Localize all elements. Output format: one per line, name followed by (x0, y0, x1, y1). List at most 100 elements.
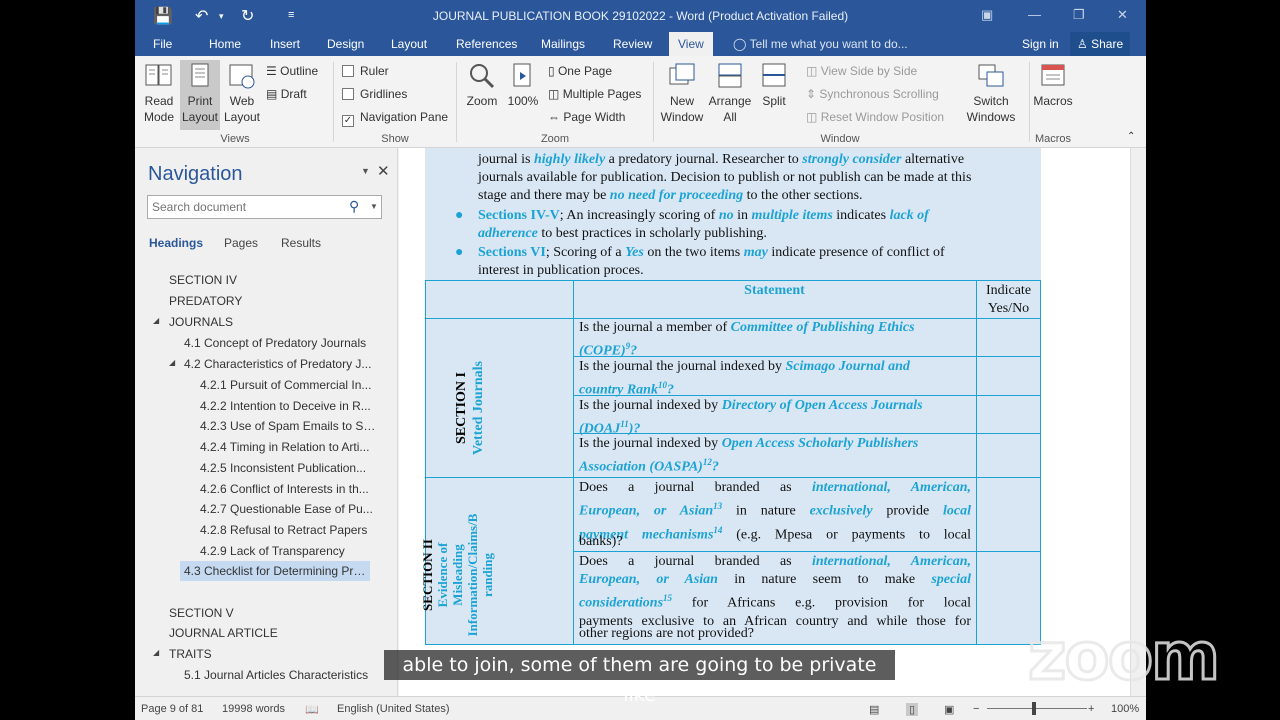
text-line: Sections IV-V; An increasingly scoring o… (478, 207, 929, 225)
heading-item[interactable]: TRAITS (169, 644, 389, 664)
heading-item[interactable]: JOURNAL ARTICLE (169, 623, 389, 643)
heading-item[interactable]: PREDATORY (169, 291, 389, 311)
footnote-ref: 10 (657, 380, 667, 390)
ribbon-display-icon[interactable]: ▣ (981, 7, 993, 23)
heading-item-selected[interactable]: 4.3 Checklist for Determining Pre... (180, 561, 370, 581)
tab-mailings[interactable]: Mailings (541, 37, 585, 51)
reset-window-position-button[interactable]: ◫ Reset Window Position (806, 110, 944, 124)
tell-me-box[interactable]: ◯ Tell me what you want to do... (733, 37, 908, 51)
proofing-icon[interactable]: 📖 (305, 703, 319, 716)
tab-home[interactable]: Home (209, 37, 241, 51)
heading-item[interactable]: 4.2.6 Conflict of Interests in th... (200, 479, 380, 499)
heading-item[interactable]: 4.2.8 Refusal to Retract Papers (200, 520, 380, 540)
web-layout-view-icon[interactable]: ▣ (944, 703, 954, 716)
document-page[interactable]: journal is highly likely a predatory jou… (399, 148, 1130, 696)
gridlines-label: Gridlines (360, 87, 408, 101)
new-window-button[interactable]: New Window (657, 62, 707, 125)
document-area[interactable]: journal is highly likely a predatory jou… (399, 148, 1130, 696)
print-layout-button[interactable]: Print Layout (180, 60, 220, 130)
macros-button[interactable]: Macros (1032, 62, 1074, 109)
search-document-input[interactable] (152, 197, 342, 217)
page-width-button[interactable]: ⇔ Page Width (548, 110, 625, 124)
collapse-triangle-icon[interactable]: ◢ (153, 648, 159, 657)
tab-review[interactable]: Review (613, 37, 652, 51)
tab-view[interactable]: View (669, 32, 713, 56)
heading-item[interactable]: SECTION V (169, 603, 389, 623)
web-layout-button[interactable]: Web Layout (223, 62, 261, 125)
heading-item[interactable]: 4.2.3 Use of Spam Emails to So... (200, 416, 380, 436)
gridlines-checkbox[interactable]: Gridlines (342, 87, 407, 101)
text-run-highlight: adherence (478, 226, 538, 241)
reset-position-icon: ◫ (806, 110, 818, 124)
zoom-slider-track[interactable] (987, 708, 1087, 709)
tab-references[interactable]: References (456, 37, 517, 51)
word-count[interactable]: 19998 words (222, 703, 285, 715)
collapse-triangle-icon[interactable]: ◢ (169, 358, 175, 367)
one-page-button[interactable]: ▯ One Page (548, 64, 612, 78)
split-button[interactable]: Split (757, 62, 791, 109)
zoom-button[interactable]: Zoom (462, 62, 502, 109)
heading-item[interactable]: 4.2.4 Timing in Relation to Arti... (200, 437, 380, 457)
share-label: Share (1091, 37, 1124, 51)
navigation-pane-checkbox[interactable]: ✓ Navigation Pane (342, 110, 448, 127)
restore-icon[interactable]: ❐ (1073, 7, 1085, 23)
search-icon[interactable]: ⚲ (349, 198, 359, 215)
read-mode-button[interactable]: Read Mode (141, 62, 177, 125)
close-pane-icon[interactable]: ✕ (377, 162, 390, 180)
close-icon[interactable]: ✕ (1117, 7, 1128, 23)
pane-options-icon[interactable]: ▼ (361, 166, 370, 176)
minimize-icon[interactable]: — (1028, 7, 1041, 22)
print-layout-view-icon[interactable]: ▯ (906, 703, 919, 716)
text-run: a predatory journal. Researcher to (605, 152, 803, 167)
multiple-pages-label: Multiple Pages (562, 87, 642, 101)
outline-button[interactable]: ☰ Outline (266, 64, 318, 78)
text-run: indicates (832, 208, 890, 223)
heading-item[interactable]: 4.2.1 Pursuit of Commercial In... (200, 375, 380, 395)
draft-button[interactable]: ▤ Draft (266, 87, 307, 101)
synchronous-scrolling-button[interactable]: ⇕ Synchronous Scrolling (806, 87, 939, 101)
section1-subtitle: Vetted Journals (471, 361, 486, 455)
heading-item[interactable]: 4.2.7 Questionable Ease of Pu... (200, 499, 380, 519)
heading-item[interactable]: JOURNALS (169, 312, 389, 332)
heading-item[interactable]: SECTION IV (169, 270, 389, 290)
zoom-out-icon[interactable]: − (973, 703, 979, 715)
tab-layout[interactable]: Layout (391, 37, 427, 51)
language-indicator[interactable]: English (United States) (337, 703, 450, 715)
tab-insert[interactable]: Insert (270, 37, 300, 51)
ruler-checkbox[interactable]: Ruler (342, 64, 389, 78)
heading-item[interactable]: 4.2.9 Lack of Transparency (200, 541, 380, 561)
tab-file[interactable]: File (153, 37, 172, 51)
heading-item[interactable]: 5.1 Journal Articles Characteristics (184, 665, 384, 685)
zoom-slider-thumb[interactable] (1032, 702, 1036, 715)
collapse-ribbon-icon[interactable]: ⌃ (1127, 131, 1135, 142)
text-line: interest in publication proces. (478, 263, 644, 278)
heading-item[interactable]: 4.2 Characteristics of Predatory J... (184, 354, 374, 374)
text-run: on the two items (643, 245, 744, 260)
search-options-icon[interactable]: ▼ (370, 202, 378, 211)
switch-windows-button[interactable]: Switch Windows (959, 62, 1023, 125)
arrange-all-button[interactable]: Arrange All (708, 62, 752, 125)
heading-item[interactable]: 4.2.5 Inconsistent Publication... (200, 458, 380, 478)
multiple-pages-button[interactable]: ◫ Multiple Pages (548, 87, 641, 101)
read-mode-view-icon[interactable]: ▤ (869, 703, 879, 716)
tab-design[interactable]: Design (327, 37, 364, 51)
page-count[interactable]: Page 9 of 81 (141, 703, 203, 715)
section2-subtitle: Evidence of (435, 542, 450, 608)
ruler-label: Ruler (360, 64, 389, 78)
zoom-in-icon[interactable]: + (1088, 703, 1094, 715)
share-button[interactable]: ♙ Share (1070, 32, 1131, 56)
collapse-triangle-icon[interactable]: ◢ (153, 316, 159, 325)
vertical-scrollbar[interactable] (1130, 148, 1146, 696)
web-layout-icon (229, 64, 255, 89)
print-layout-icon (191, 63, 209, 87)
search-document-box: ⚲ ▼ (147, 195, 382, 219)
zoom-100-button[interactable]: 100% (505, 62, 541, 109)
text-run-highlight: no (718, 208, 734, 223)
view-side-by-side-button[interactable]: ◫ View Side by Side (806, 64, 917, 78)
heading-item[interactable]: 4.1 Concept of Predatory Journals (184, 333, 374, 353)
text-run-highlight: Scimago Journal and (785, 359, 910, 374)
sign-in-link[interactable]: Sign in (1022, 37, 1059, 51)
heading-item[interactable]: 4.2.2 Intention to Deceive in R... (200, 396, 380, 416)
text-run: for Africans e.g. provision for local (672, 595, 971, 611)
zoom-level[interactable]: 100% (1111, 703, 1139, 715)
